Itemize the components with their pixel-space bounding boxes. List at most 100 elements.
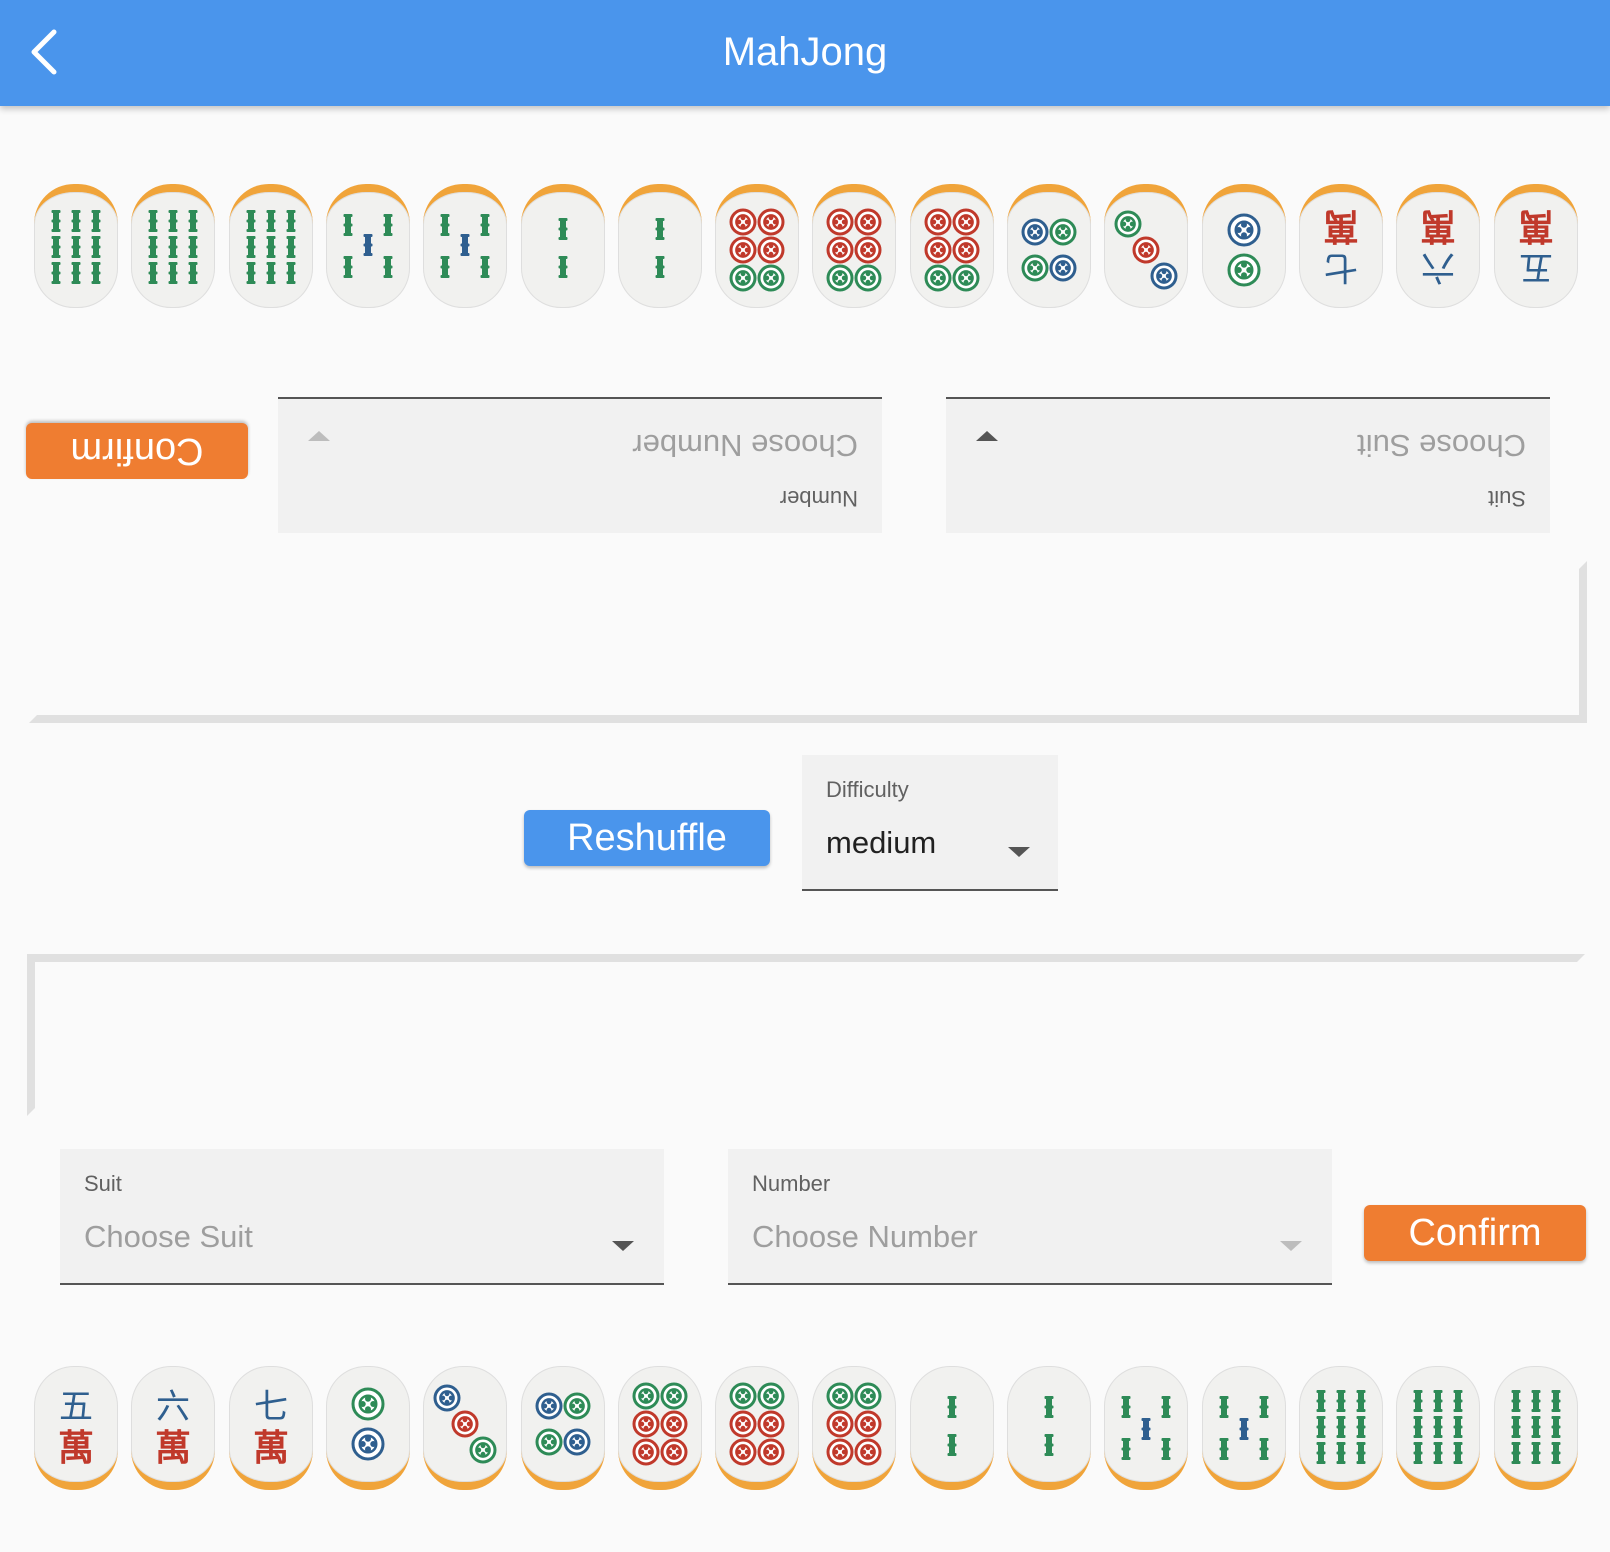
svg-text:萬: 萬 [155, 1428, 191, 1469]
dots-tile-face-icon [423, 1366, 507, 1482]
app-title: MahJong [722, 30, 888, 74]
opponent-suit-label: Suit [1488, 486, 1526, 511]
dots-tile-face-icon [715, 1366, 799, 1482]
difficulty-label: Difficulty [826, 777, 909, 802]
player-tile-bamboo-9[interactable] [1494, 1366, 1578, 1490]
opponent-tile-characters-7: 七萬 [1299, 184, 1383, 308]
player-confirm-button[interactable]: Confirm [1364, 1205, 1586, 1261]
bamboo-tile-face-icon [1396, 1366, 1480, 1482]
player-suit-dropdown[interactable]: Suit Choose Suit [60, 1149, 664, 1285]
dots-tile-face-icon [1104, 192, 1188, 308]
reshuffle-button[interactable]: Reshuffle [524, 810, 770, 866]
svg-text:萬: 萬 [1323, 205, 1359, 246]
caret-down-icon [1280, 1241, 1302, 1251]
characters-tile-face-icon: 六萬 [131, 1366, 215, 1482]
opponent-tile-bamboo-9 [131, 184, 215, 308]
player-number-label: Number [752, 1171, 831, 1196]
opponent-suit-dropdown[interactable]: Suit Choose Suit [946, 397, 1550, 533]
dots-tile-face-icon [812, 1366, 896, 1482]
svg-text:七: 七 [1324, 247, 1358, 287]
svg-text:萬: 萬 [253, 1428, 289, 1469]
player-suit-placeholder: Choose Suit [84, 1219, 253, 1254]
bamboo-tile-face-icon [521, 192, 605, 308]
bamboo-tile-face-icon [423, 192, 507, 308]
dots-tile-face-icon [521, 1366, 605, 1482]
player-tile-bamboo-5[interactable] [1202, 1366, 1286, 1490]
player-tile-dots-6[interactable] [812, 1366, 896, 1490]
characters-tile-face-icon: 七萬 [1299, 192, 1383, 308]
dots-tile-face-icon [326, 1366, 410, 1482]
dots-tile-face-icon [910, 192, 994, 308]
caret-down-icon [1008, 847, 1030, 857]
svg-text:六: 六 [156, 1387, 190, 1427]
player-number-placeholder: Choose Number [752, 1219, 978, 1254]
svg-text:萬: 萬 [1518, 205, 1554, 246]
opponent-tile-characters-5: 五萬 [1494, 184, 1578, 308]
svg-text:萬: 萬 [1420, 205, 1456, 246]
bamboo-tile-face-icon [910, 1366, 994, 1482]
player-suit-label: Suit [84, 1171, 122, 1196]
svg-text:七: 七 [254, 1387, 288, 1427]
opponent-number-placeholder: Choose Number [632, 428, 858, 463]
player-discard-area [27, 954, 1585, 1116]
svg-text:五: 五 [1519, 247, 1553, 287]
characters-tile-face-icon: 五萬 [34, 1366, 118, 1482]
player-tile-dots-6[interactable] [715, 1366, 799, 1490]
opponent-controls: Suit Choose Suit Number Choose Number Co… [0, 385, 1610, 533]
player-tile-characters-6[interactable]: 六萬 [131, 1366, 215, 1490]
dots-tile-face-icon [1007, 192, 1091, 308]
player-tile-dots-6[interactable] [618, 1366, 702, 1490]
opponent-tile-bamboo-2 [618, 184, 702, 308]
bamboo-tile-face-icon [131, 192, 215, 308]
bamboo-tile-face-icon [1299, 1366, 1383, 1482]
player-tile-dots-3[interactable] [423, 1366, 507, 1490]
player-tile-bamboo-5[interactable] [1104, 1366, 1188, 1490]
opponent-discard-area [29, 561, 1587, 723]
opponent-number-label: Number [779, 486, 858, 511]
svg-text:五: 五 [59, 1387, 93, 1427]
caret-down-icon [976, 431, 998, 441]
opponent-tile-bamboo-5 [326, 184, 410, 308]
dots-tile-face-icon [812, 192, 896, 308]
opponent-tile-dots-2 [1202, 184, 1286, 308]
player-tile-dots-2[interactable] [326, 1366, 410, 1490]
opponent-hand: 七萬六萬五萬 [0, 184, 1610, 314]
characters-tile-face-icon: 七萬 [229, 1366, 313, 1482]
player-tile-bamboo-9[interactable] [1396, 1366, 1480, 1490]
player-tile-dots-4[interactable] [521, 1366, 605, 1490]
opponent-suit-placeholder: Choose Suit [1357, 428, 1526, 463]
opponent-number-dropdown[interactable]: Number Choose Number [278, 397, 882, 533]
player-hand: 五萬六萬七萬 [0, 1366, 1610, 1496]
opponent-tile-dots-6 [812, 184, 896, 308]
opponent-confirm-button[interactable]: Confirm [26, 423, 248, 479]
dots-tile-face-icon [1202, 192, 1286, 308]
svg-text:六: 六 [1421, 247, 1455, 287]
player-number-dropdown[interactable]: Number Choose Number [728, 1149, 1332, 1285]
svg-text:萬: 萬 [58, 1428, 94, 1469]
opponent-tile-bamboo-9 [229, 184, 313, 308]
opponent-tile-dots-4 [1007, 184, 1091, 308]
opponent-tile-dots-6 [910, 184, 994, 308]
bamboo-tile-face-icon [326, 192, 410, 308]
opponent-tile-bamboo-5 [423, 184, 507, 308]
bamboo-tile-face-icon [618, 192, 702, 308]
caret-down-icon [612, 1241, 634, 1251]
dots-tile-face-icon [715, 192, 799, 308]
opponent-tile-bamboo-9 [34, 184, 118, 308]
difficulty-dropdown[interactable]: Difficulty medium [802, 755, 1058, 891]
bamboo-tile-face-icon [34, 192, 118, 308]
opponent-tile-characters-6: 六萬 [1396, 184, 1480, 308]
bamboo-tile-face-icon [1494, 1366, 1578, 1482]
dots-tile-face-icon [618, 1366, 702, 1482]
characters-tile-face-icon: 六萬 [1396, 192, 1480, 308]
difficulty-value: medium [826, 825, 937, 860]
player-tile-bamboo-9[interactable] [1299, 1366, 1383, 1490]
bamboo-tile-face-icon [1202, 1366, 1286, 1482]
bamboo-tile-face-icon [229, 192, 313, 308]
player-tile-characters-7[interactable]: 七萬 [229, 1366, 313, 1490]
player-tile-bamboo-2[interactable] [910, 1366, 994, 1490]
player-tile-bamboo-2[interactable] [1007, 1366, 1091, 1490]
opponent-tile-dots-6 [715, 184, 799, 308]
player-tile-characters-5[interactable]: 五萬 [34, 1366, 118, 1490]
bamboo-tile-face-icon [1007, 1366, 1091, 1482]
